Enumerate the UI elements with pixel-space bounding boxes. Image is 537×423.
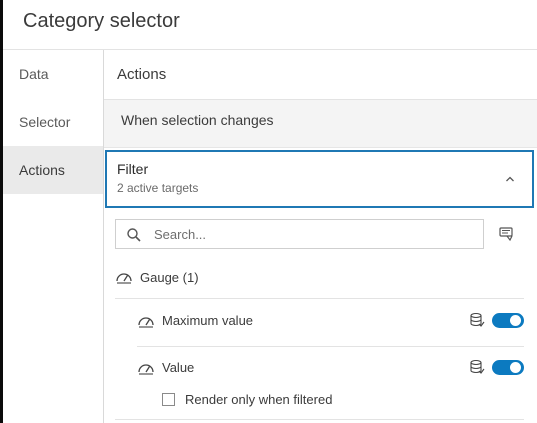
group-label: Gauge (1) <box>140 270 199 285</box>
render-only-when-filtered-checkbox[interactable] <box>162 393 175 406</box>
gauge-icon <box>116 273 132 284</box>
render-only-when-filtered-option[interactable]: Render only when filtered <box>162 390 462 410</box>
row-divider <box>115 419 524 420</box>
target-label: Value <box>162 360 195 375</box>
nav-item-actions[interactable]: Actions <box>3 146 103 194</box>
target-row: Value <box>137 347 524 393</box>
panel-title: Category selector <box>23 10 180 32</box>
chevron-up-icon[interactable] <box>502 171 518 187</box>
checkbox-label: Render only when filtered <box>185 392 333 407</box>
filter-subtitle: 2 active targets <box>117 181 199 195</box>
database-icon[interactable] <box>469 312 485 328</box>
search-input[interactable] <box>154 224 474 244</box>
nav-item-selector[interactable]: Selector <box>3 98 103 146</box>
database-icon[interactable] <box>469 359 485 375</box>
toggle-knob <box>510 362 521 373</box>
target-toggle[interactable] <box>492 313 524 328</box>
toggle-knob <box>510 315 521 326</box>
actions-panel: Actions When selection changes Filter 2 … <box>104 50 537 423</box>
gauge-icon <box>138 364 154 375</box>
filter-settings-icon[interactable] <box>498 225 516 243</box>
target-row: Maximum value <box>137 300 524 346</box>
gauge-icon <box>138 317 154 328</box>
target-label: Maximum value <box>162 313 254 328</box>
trigger-label: When selection changes <box>104 100 537 148</box>
target-toggle[interactable] <box>492 360 524 375</box>
side-nav: Data Selector Actions <box>3 50 104 423</box>
nav-item-data[interactable]: Data <box>3 50 103 98</box>
target-group-gauge: Gauge (1) <box>115 264 524 299</box>
filter-action-header[interactable]: Filter 2 active targets <box>105 150 534 208</box>
search-icon <box>127 228 141 242</box>
filter-title: Filter <box>117 161 149 177</box>
search-field[interactable] <box>115 219 484 249</box>
section-title: Actions <box>104 50 537 100</box>
panel-header: Category selector <box>3 0 537 50</box>
